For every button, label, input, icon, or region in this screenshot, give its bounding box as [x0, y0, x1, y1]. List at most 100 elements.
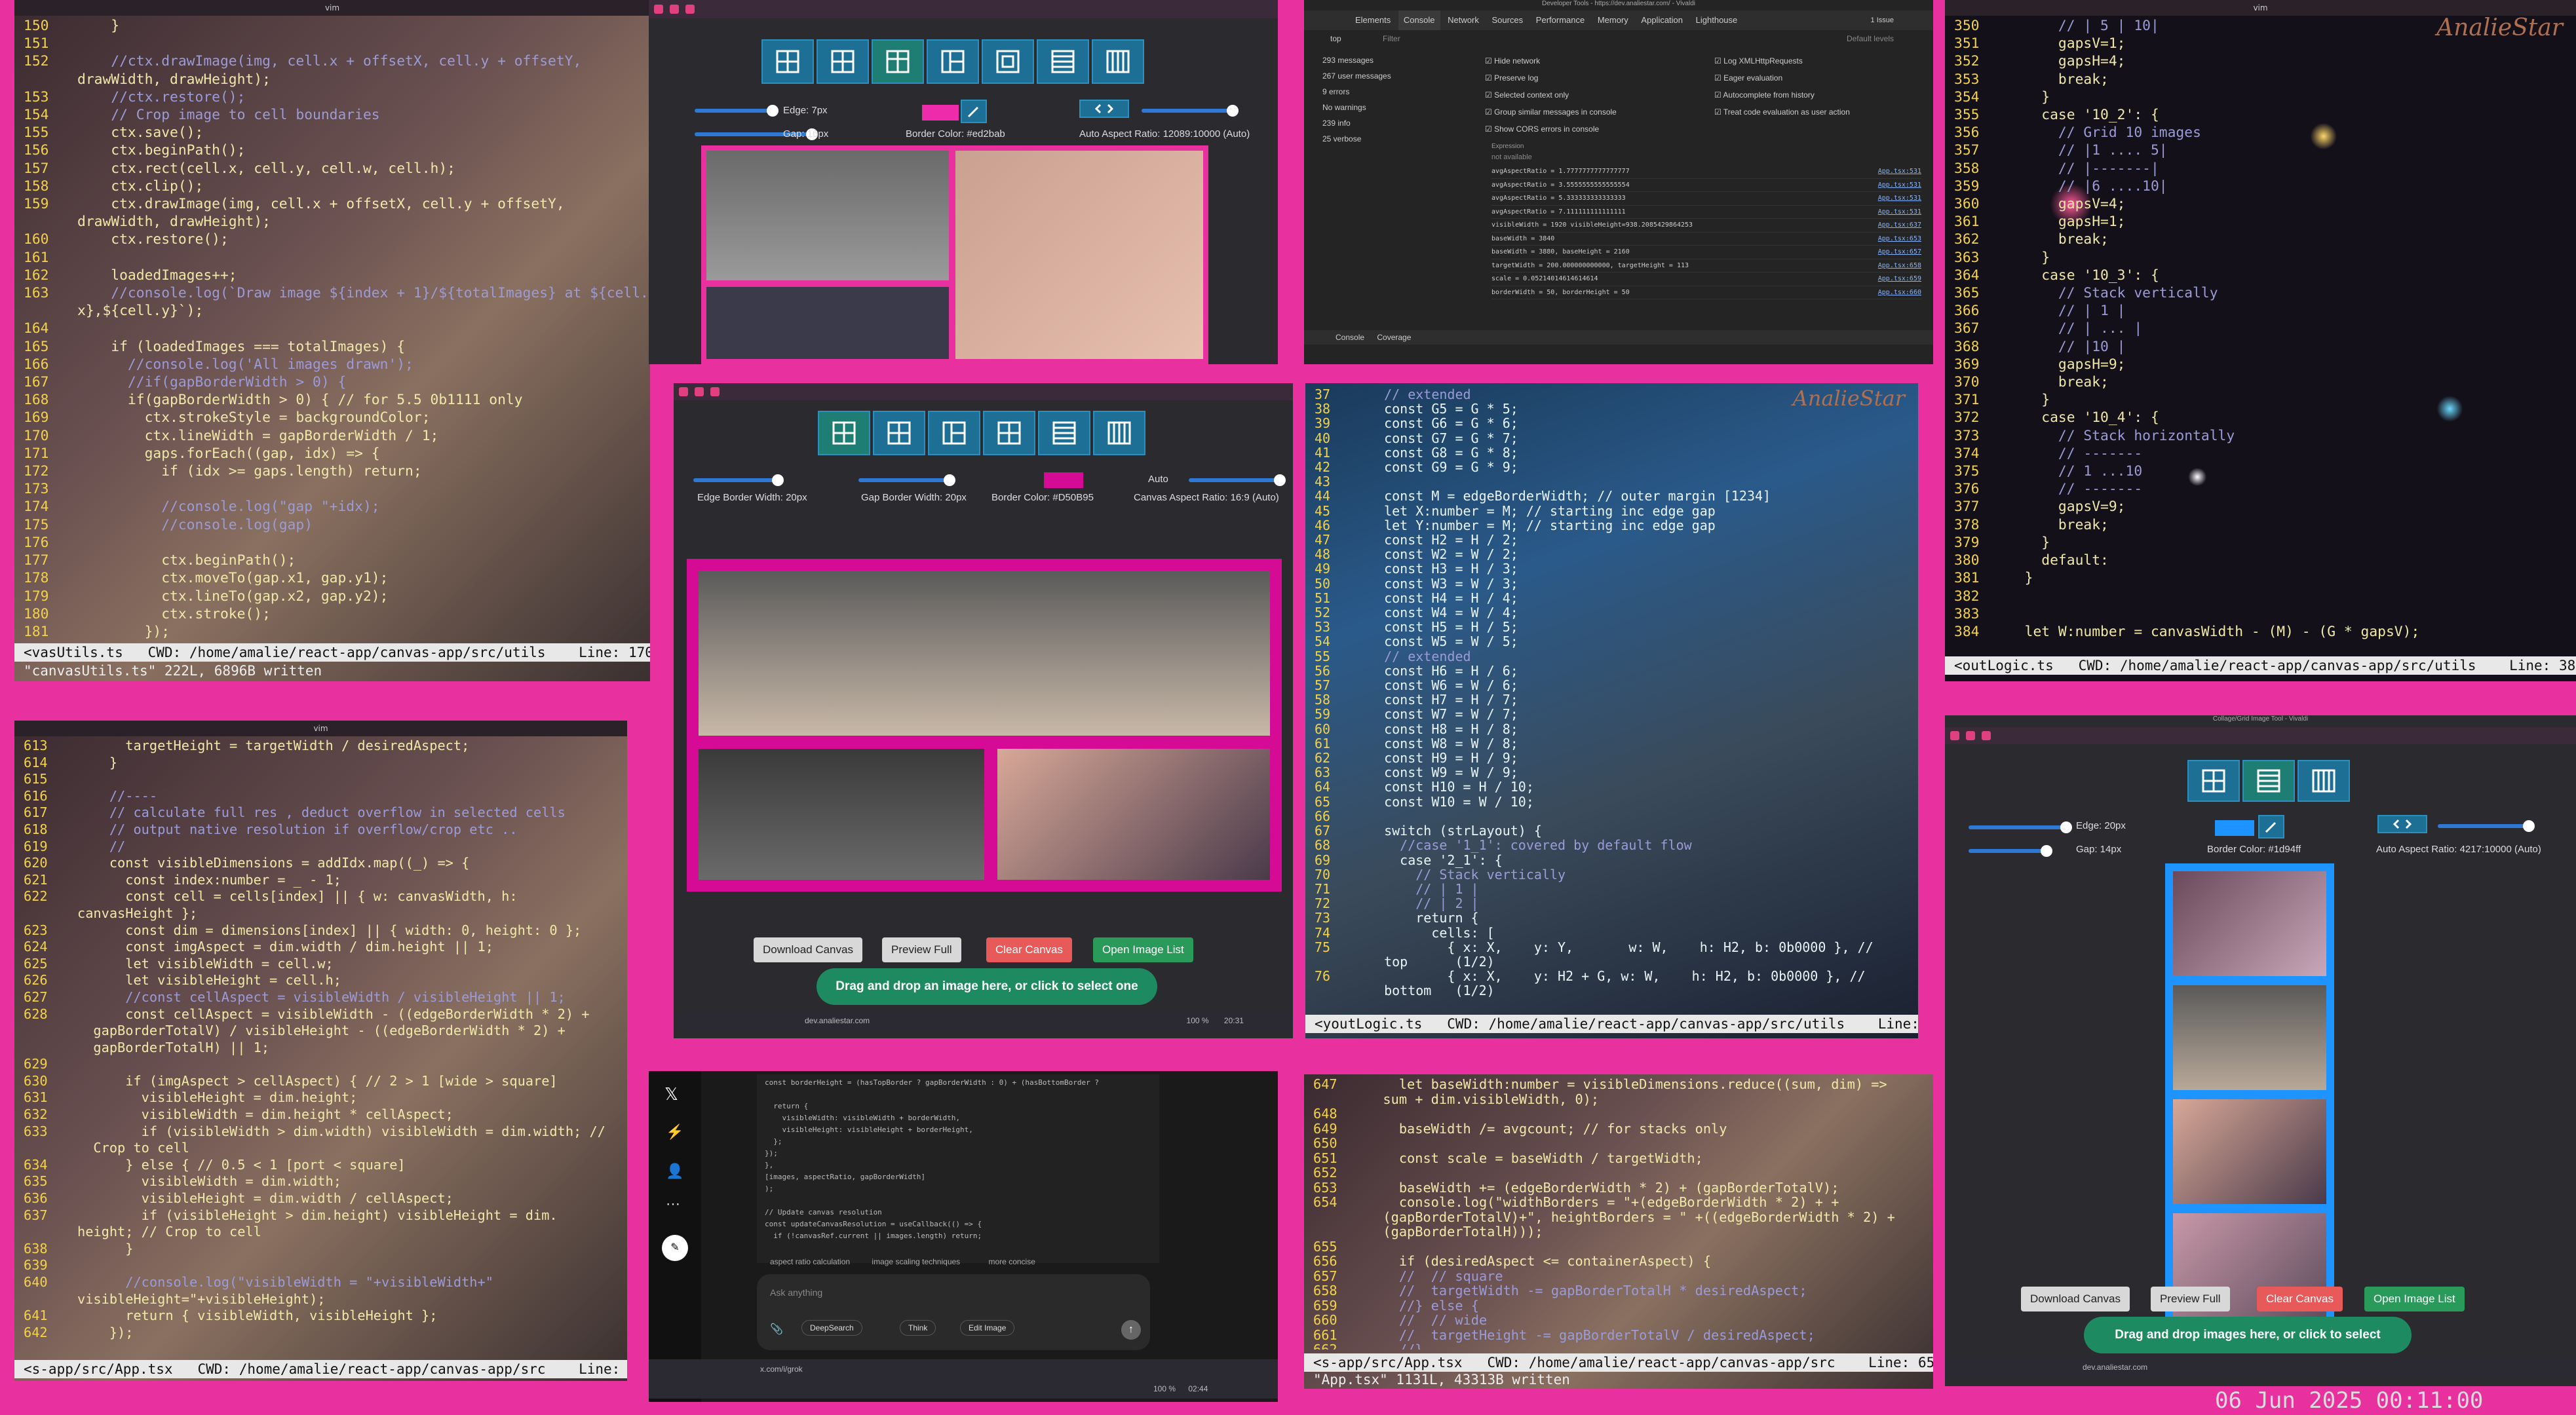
layout-rows-button[interactable] [1037, 39, 1089, 84]
thumbnail-image[interactable] [2173, 985, 2326, 1090]
preview-full-button[interactable]: Preview Full [882, 937, 961, 962]
console-option[interactable]: ☑ Treat code evaluation as user action [1714, 104, 1850, 121]
url-text[interactable]: dev.analiestar.com [805, 1016, 870, 1025]
suggestion-chip[interactable]: image scaling techniques [872, 1257, 960, 1266]
canvas-preview[interactable] [687, 559, 1282, 892]
tab-console-drawer[interactable]: Console [1330, 330, 1370, 345]
tab-application[interactable]: Application [1636, 10, 1688, 30]
tab-coverage[interactable]: Coverage [1372, 330, 1416, 345]
thumbnail-image[interactable] [2173, 1213, 2326, 1331]
terminal-layout-logic-right[interactable]: vim AnalieStar 350 // | 5 | 10| 351 gapsV… [1945, 0, 2576, 681]
border-color-swatch[interactable] [1044, 472, 1083, 488]
tab-elements[interactable]: Elements [1350, 10, 1396, 30]
console-sidebar-item[interactable]: 293 messages [1322, 52, 1486, 68]
terminal-app-tsx-left[interactable]: vim 613 targetHeight = targetWidth / des… [14, 721, 627, 1381]
edge-slider[interactable] [1969, 821, 2072, 833]
suggestion-chip[interactable]: aspect ratio calculation [770, 1257, 850, 1266]
log-source-link[interactable]: App.tsx:531 [1878, 165, 1921, 178]
border-color-swatch[interactable] [2215, 820, 2254, 836]
thumbnail-image[interactable] [706, 151, 949, 280]
tab-icon[interactable] [679, 387, 688, 396]
layout-columns-button[interactable] [1093, 411, 1145, 455]
layout-columns-button[interactable] [2297, 760, 2350, 802]
edit-image-button[interactable]: Edit Image [960, 1320, 1015, 1336]
url-text[interactable]: x.com/i/grok [760, 1365, 803, 1374]
log-source-link[interactable]: App.tsx:658 [1878, 259, 1921, 273]
open-image-list-button[interactable]: Open Image List [1093, 937, 1193, 962]
thumbnail-image[interactable] [706, 287, 949, 359]
collage-window-right[interactable]: Collage/Grid Image Tool - Vivaldi Edge: … [1945, 715, 2576, 1386]
collage-window-top[interactable]: Edge: 7px Gap: 16px Border Color: #ed2ba… [649, 0, 1278, 364]
log-source-link[interactable]: App.tsx:653 [1878, 233, 1921, 246]
canvas-preview[interactable] [701, 145, 1208, 364]
eyedropper-icon[interactable] [2258, 815, 2284, 839]
terminal-layout-logic-center[interactable]: AnalieStar 37 // extended 38 const G5 = G… [1305, 383, 1918, 1038]
thumbnail-image[interactable] [699, 571, 1270, 736]
console-option[interactable]: ☑ Preserve log [1485, 69, 1617, 86]
browser-address-bar[interactable]: x.com/i/grok [649, 1359, 1278, 1379]
log-source-link[interactable]: App.tsx:657 [1878, 246, 1921, 259]
preview-full-button[interactable]: Preview Full [2151, 1287, 2230, 1311]
tab-icon[interactable] [654, 5, 663, 14]
send-icon[interactable]: ↑ [1121, 1320, 1141, 1340]
tab-icon[interactable] [685, 5, 695, 14]
download-canvas-button[interactable]: Download Canvas [2021, 1287, 2130, 1311]
thumbnail-image[interactable] [699, 749, 984, 880]
devtools-window[interactable]: Developer Tools - https://dev.analiestar… [1304, 0, 1933, 364]
more-icon[interactable]: ⋯ [666, 1196, 680, 1213]
console-option[interactable]: ☑ Log XMLHttpRequests [1714, 52, 1850, 69]
layout-frame-button[interactable] [982, 39, 1034, 84]
think-button[interactable]: Think [900, 1320, 936, 1336]
drop-zone[interactable]: Drag and drop an image here, or click to… [817, 968, 1157, 1005]
thumbnail-image[interactable] [955, 151, 1203, 359]
eyedropper-icon[interactable] [961, 100, 987, 123]
console-sidebar-item[interactable]: 9 errors [1322, 84, 1486, 100]
tab-icon[interactable] [670, 5, 679, 14]
console-option[interactable]: ☑ Autocomplete from history [1714, 86, 1850, 104]
tab-sources[interactable]: Sources [1486, 10, 1528, 30]
layout-3-button[interactable] [928, 411, 980, 455]
context-select[interactable]: top [1330, 34, 1341, 43]
deepsearch-button[interactable]: DeepSearch [801, 1320, 862, 1336]
gap-slider[interactable] [858, 474, 955, 486]
log-source-link[interactable]: App.tsx:531 [1878, 179, 1921, 192]
suggestion-chip[interactable]: more concise [989, 1257, 1035, 1266]
terminal-app-tsx-right[interactable]: 647 let baseWidth:number = visibleDimens… [1304, 1074, 1933, 1389]
layout-2x2-button[interactable] [2187, 760, 2240, 802]
log-source-link[interactable]: App.tsx:531 [1878, 192, 1921, 205]
thumbnail-image[interactable] [2173, 1099, 2326, 1204]
tab-icon[interactable] [695, 387, 704, 396]
log-source-link[interactable]: App.tsx:659 [1878, 273, 1921, 286]
compose-icon[interactable]: ✎ [662, 1235, 688, 1261]
attach-icon[interactable]: 📎 [770, 1323, 783, 1336]
tab-icon[interactable] [710, 387, 720, 396]
border-color-swatch[interactable] [922, 105, 959, 121]
drop-zone[interactable]: Drag and drop images here, or click to s… [2084, 1317, 2412, 1353]
console-option[interactable]: ☑ Hide network [1485, 52, 1617, 69]
clear-canvas-button[interactable]: Clear Canvas [986, 937, 1072, 962]
layout-columns-button[interactable] [1092, 39, 1144, 84]
edge-slider[interactable] [695, 105, 779, 117]
open-image-list-button[interactable]: Open Image List [2364, 1287, 2465, 1311]
tab-lighthouse[interactable]: Lighthouse [1691, 10, 1743, 30]
chat-input-box[interactable]: Ask anything 📎 DeepSearch Think Edit Ima… [757, 1274, 1150, 1350]
issues-badge[interactable]: 1 Issue [1871, 10, 1894, 30]
console-option[interactable]: ☑ Eager evaluation [1714, 69, 1850, 86]
layout-3-button[interactable] [927, 39, 979, 84]
filter-input[interactable]: Filter [1383, 34, 1400, 43]
thumbnail-image[interactable] [2173, 871, 2326, 976]
terminal-canvas-utils[interactable]: vim 150 } 151 152 //ctx.drawImage(img, cel… [14, 0, 650, 681]
aspect-slider[interactable] [1142, 105, 1239, 117]
aspect-slider[interactable] [1189, 474, 1286, 486]
chat-input[interactable]: Ask anything [770, 1287, 822, 1298]
browser-address-bar[interactable]: dev.analiestar.com [1945, 1357, 2576, 1377]
download-canvas-button[interactable]: Download Canvas [754, 937, 862, 962]
tab-network[interactable]: Network [1442, 10, 1484, 30]
levels-select[interactable]: Default levels [1847, 30, 1894, 47]
browser-tabbar[interactable] [674, 383, 1293, 400]
log-source-link[interactable]: App.tsx:660 [1878, 286, 1921, 299]
aspect-prev-next[interactable] [2377, 815, 2427, 833]
layout-rows-button[interactable] [2242, 760, 2295, 802]
layout-rows-button[interactable] [1038, 411, 1090, 455]
x-logo-icon[interactable]: 𝕏 [664, 1084, 678, 1104]
